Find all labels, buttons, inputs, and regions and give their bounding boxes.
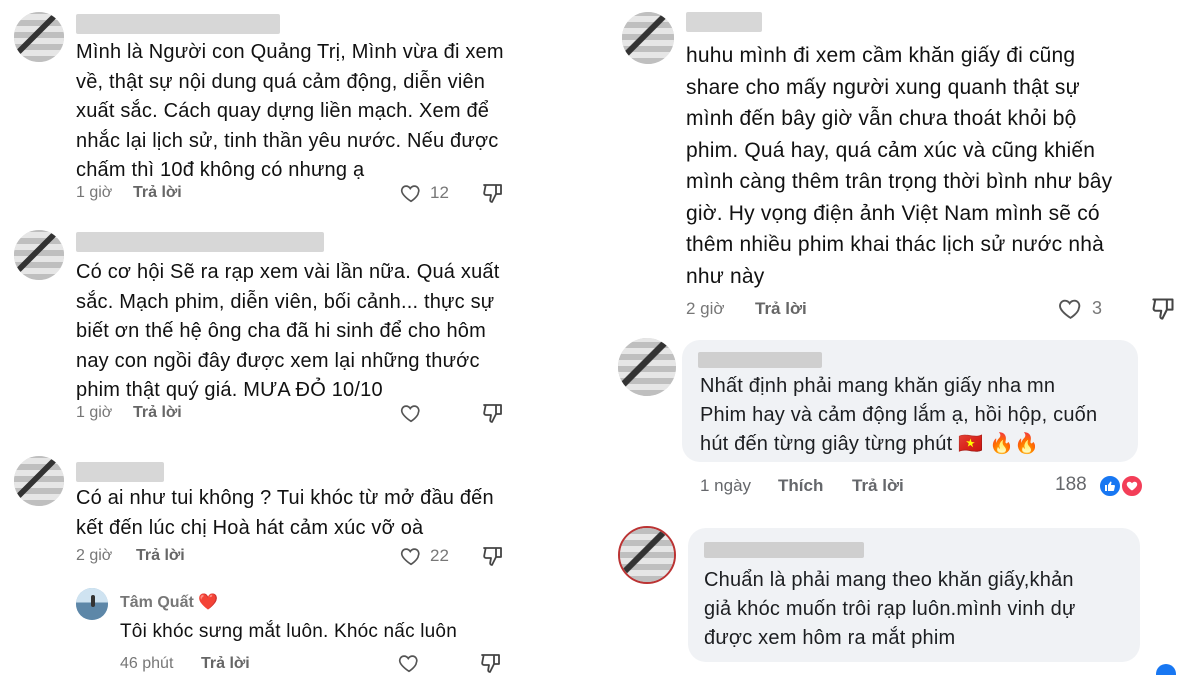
reply-time: 46 phút: [120, 655, 174, 672]
avatar[interactable]: [618, 338, 676, 396]
comment-bubble: Nhất định phải mang khăn giấy nha mn Phi…: [682, 340, 1138, 462]
dislike-icon[interactable]: [479, 651, 503, 675]
reply-text: Tôi khóc sưng mắt luôn. Khóc nấc luôn: [120, 621, 457, 642]
like-count: 12: [430, 183, 449, 202]
right-comment-panel: huhu mình đi xem cầm khăn giấy đi cũng s…: [610, 0, 1200, 675]
avatar[interactable]: [14, 230, 64, 280]
heart-emoji-icon: ❤️: [198, 594, 219, 611]
comment-time: 2 giờ: [686, 299, 725, 318]
heart-icon[interactable]: [400, 545, 422, 567]
comment-text: Chuẩn là phải mang theo khăn giấy,khản g…: [704, 569, 1076, 649]
reply-button[interactable]: Trả lời: [133, 404, 182, 422]
comment-text: Có cơ hội Sẽ ra rạp xem vài lần nữa. Quá…: [76, 261, 500, 401]
comment-text: Nhất định phải mang khăn giấy nha mn Phi…: [700, 375, 1098, 455]
like-count: 3: [1092, 298, 1103, 318]
like-count: 22: [430, 546, 449, 565]
heart-icon[interactable]: [398, 652, 420, 674]
like-reaction-icon: [1156, 664, 1176, 675]
redacted-username: [704, 542, 864, 558]
heart-icon[interactable]: [400, 182, 422, 204]
reply-button[interactable]: Trả lời: [201, 655, 250, 673]
reaction-count[interactable]: 188: [1055, 474, 1087, 496]
love-reaction-icon: [1120, 474, 1144, 498]
redacted-username: [698, 352, 822, 368]
heart-icon[interactable]: [400, 402, 422, 424]
reply-button[interactable]: Trả lời: [852, 476, 904, 496]
left-comment-panel: Mình là Người con Quảng Trị, Mình vừa đi…: [0, 0, 590, 675]
like-button[interactable]: Thích: [778, 476, 823, 496]
comment-time: 1 giờ: [76, 184, 113, 201]
panel-divider: [590, 0, 610, 675]
redacted-username: [76, 462, 164, 482]
comment-time: 1 ngày: [700, 476, 752, 495]
reply-author-name[interactable]: Tâm Quất ❤️: [120, 592, 218, 612]
dislike-icon[interactable]: [481, 181, 505, 205]
comment-text: Mình là Người con Quảng Trị, Mình vừa đi…: [76, 41, 504, 181]
reply-button[interactable]: Trả lời: [136, 547, 185, 565]
heart-icon[interactable]: [1058, 296, 1083, 321]
dislike-icon[interactable]: [481, 401, 505, 425]
redacted-username: [686, 12, 762, 32]
avatar[interactable]: [76, 588, 108, 620]
avatar[interactable]: [14, 456, 64, 506]
comment-bubble: Chuẩn là phải mang theo khăn giấy,khản g…: [688, 528, 1140, 662]
comment-time: 2 giờ: [76, 547, 113, 564]
reply-button[interactable]: Trả lời: [133, 184, 182, 202]
dislike-icon[interactable]: [481, 544, 505, 568]
dislike-icon[interactable]: [1150, 295, 1177, 322]
avatar[interactable]: [14, 12, 64, 62]
comment-time: 1 giờ: [76, 404, 113, 421]
avatar[interactable]: [622, 12, 674, 64]
comment-text: Có ai như tui không ? Tui khóc từ mở đầu…: [76, 487, 494, 539]
redacted-username: [76, 14, 280, 34]
comment-text: huhu mình đi xem cầm khăn giấy đi cũng s…: [686, 44, 1113, 288]
reply-button[interactable]: Trả lời: [755, 299, 807, 319]
avatar[interactable]: [618, 526, 676, 584]
redacted-username: [76, 232, 324, 252]
like-reaction-icon: [1098, 474, 1122, 498]
